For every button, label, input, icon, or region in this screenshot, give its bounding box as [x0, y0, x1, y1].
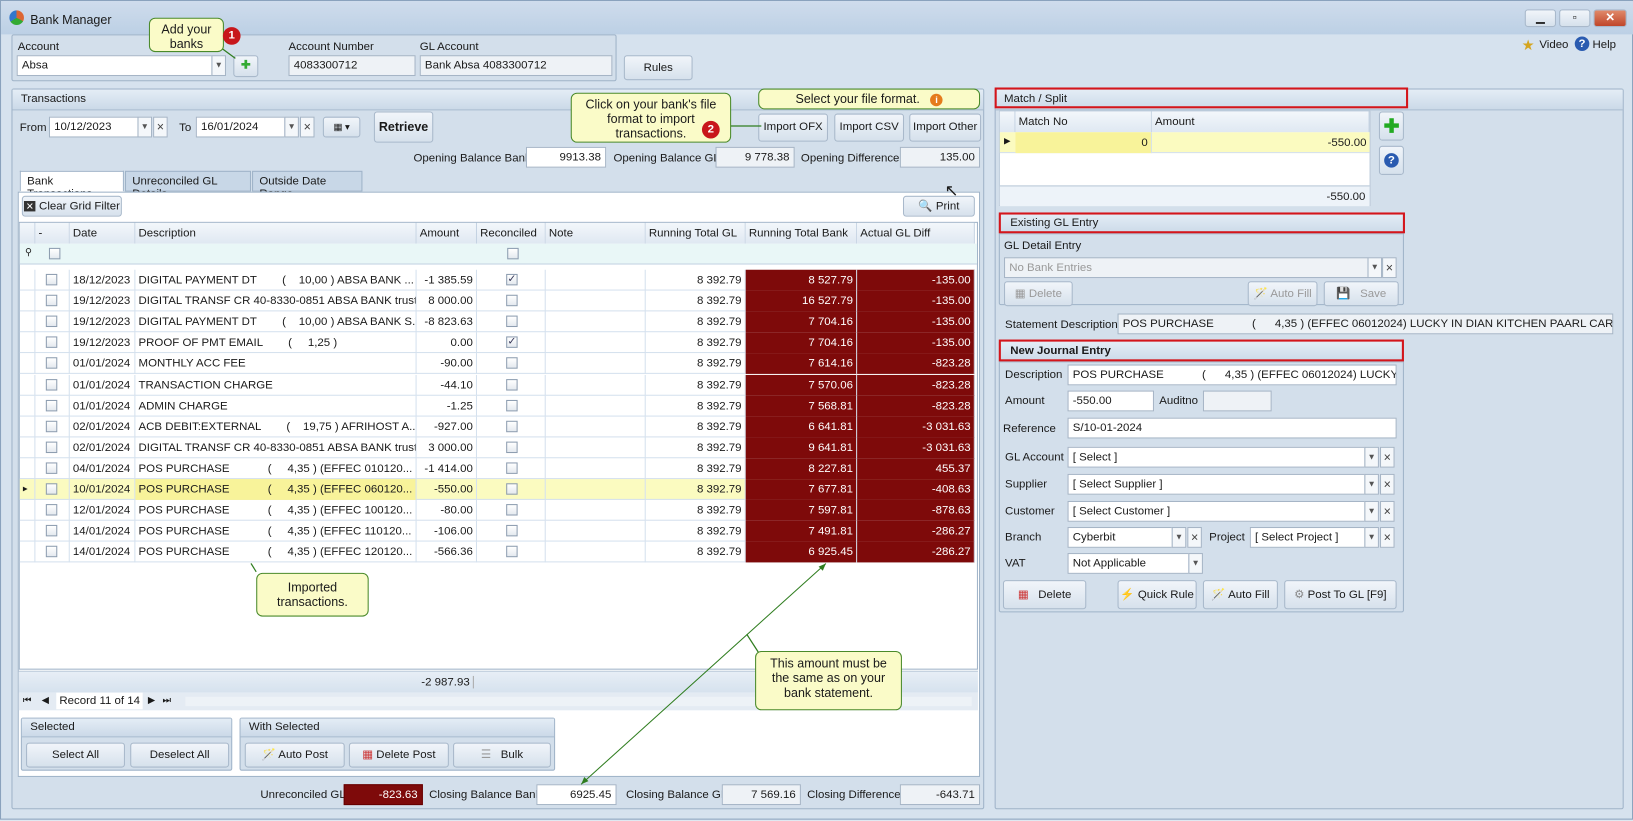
callout-imported: Imported transactions.	[256, 572, 369, 617]
step-1-badge: 1	[222, 27, 241, 45]
callout-same-amount: This amount must be the same as on your …	[755, 650, 902, 711]
step-2-badge: 2	[701, 120, 720, 139]
callout-select-format: Select your file format. i	[758, 88, 981, 110]
arrow-same-amount	[746, 633, 759, 653]
info-icon: i	[930, 93, 943, 107]
mouse-cursor-icon: ↖	[944, 182, 959, 200]
arrow-imported	[250, 563, 257, 573]
callout-add-banks: Add your banks	[148, 17, 224, 53]
bank-manager-window: Bank Manager ▁ ▫ ✕ ★ Video ? Help Accoun…	[0, 0, 1633, 820]
select-format-text: Select your file format.	[795, 91, 920, 107]
